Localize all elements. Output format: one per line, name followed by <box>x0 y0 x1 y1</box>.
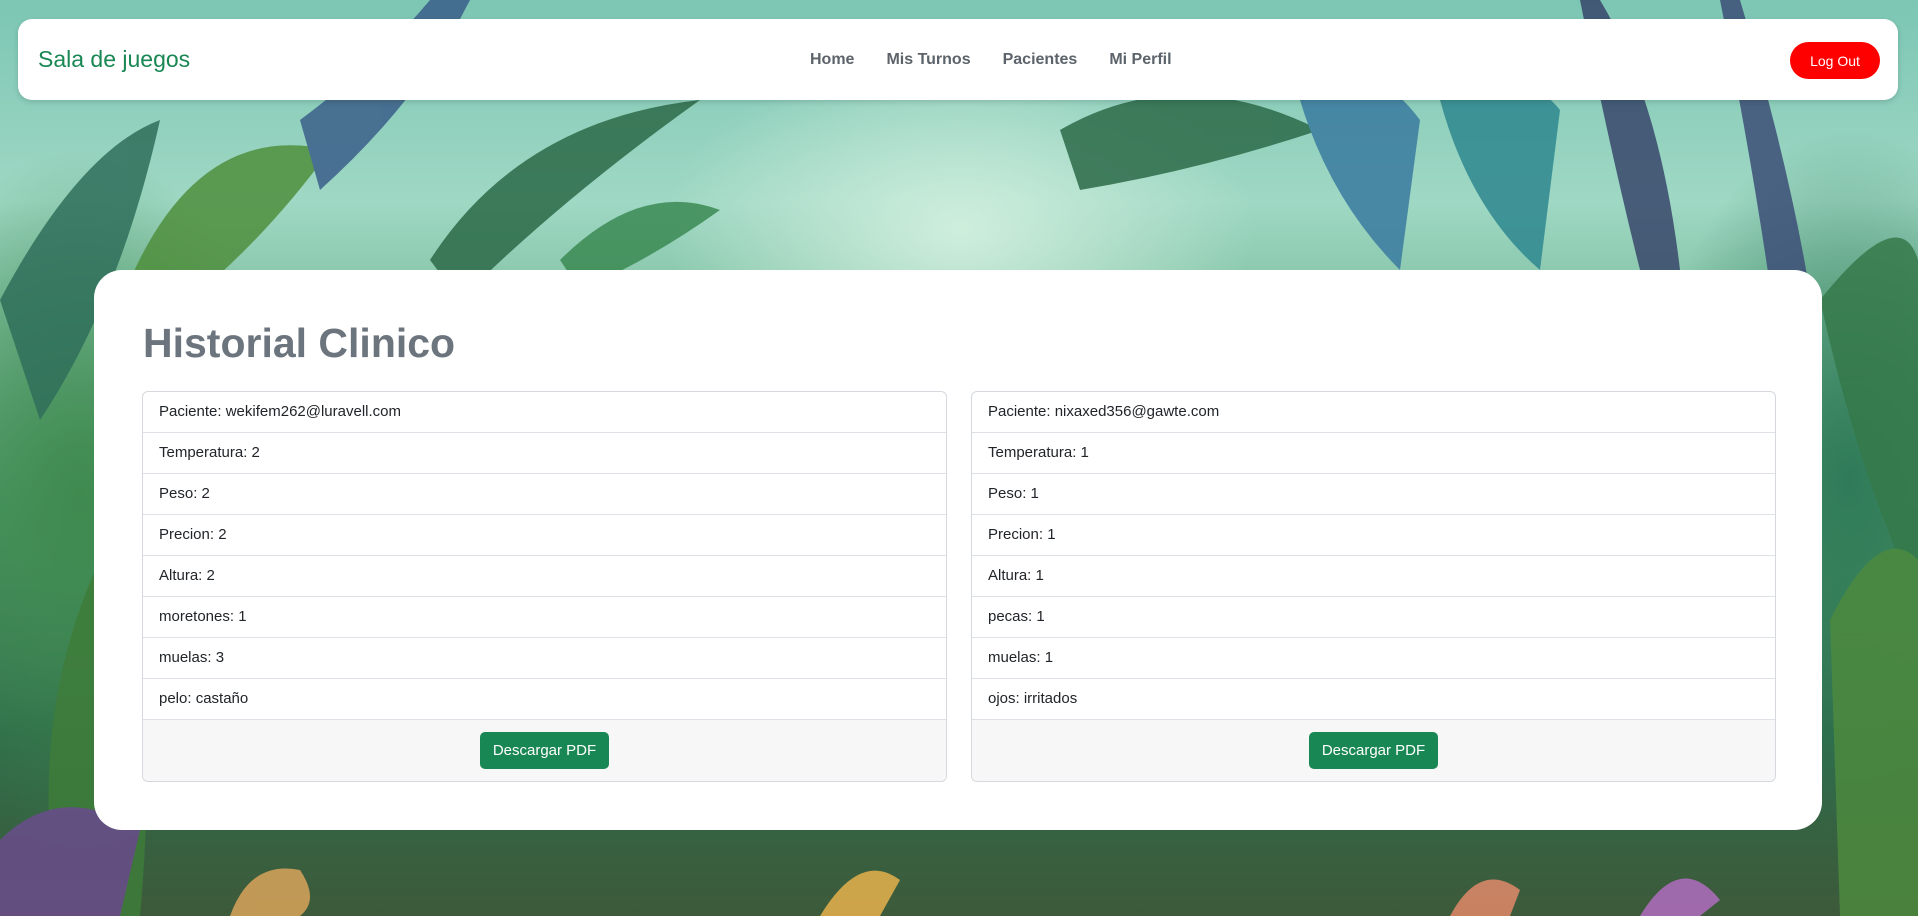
brand-logo[interactable]: Sala de juegos <box>38 46 190 73</box>
page-title: Historial Clinico <box>143 320 456 366</box>
record-row-temperature: Temperatura: 2 <box>143 433 946 474</box>
record-row-extra-1: moretones: 1 <box>143 597 946 638</box>
record-row-pressure: Precion: 1 <box>972 515 1775 556</box>
record-row-patient: Paciente: wekifem262@luravell.com <box>143 392 946 433</box>
top-navbar: Sala de juegos Home Mis Turnos Pacientes… <box>18 19 1898 100</box>
record-row-extra-2: muelas: 1 <box>972 638 1775 679</box>
record-row-height: Altura: 2 <box>143 556 946 597</box>
nav-links: Home Mis Turnos Pacientes Mi Perfil <box>810 51 1172 69</box>
record-row-weight: Peso: 2 <box>143 474 946 515</box>
record-row-weight: Peso: 1 <box>972 474 1775 515</box>
nav-link-home[interactable]: Home <box>810 51 854 69</box>
logout-button[interactable]: Log Out <box>1790 42 1880 79</box>
record-row-extra-1: pecas: 1 <box>972 597 1775 638</box>
nav-link-pacientes[interactable]: Pacientes <box>1003 51 1078 69</box>
download-pdf-button[interactable]: Descargar PDF <box>479 732 610 769</box>
record-footer: Descargar PDF <box>143 720 946 781</box>
nav-link-mis-turnos[interactable]: Mis Turnos <box>886 51 970 69</box>
record-row-temperature: Temperatura: 1 <box>972 433 1775 474</box>
record-row-pressure: Precion: 2 <box>143 515 946 556</box>
record-row-patient: Paciente: nixaxed356@gawte.com <box>972 392 1775 433</box>
nav-link-mi-perfil[interactable]: Mi Perfil <box>1109 51 1171 69</box>
record-row-extra-3: ojos: irritados <box>972 679 1775 720</box>
main-card: Historial Clinico Paciente: wekifem262@l… <box>94 270 1822 830</box>
clinical-record-card: Paciente: nixaxed356@gawte.com Temperatu… <box>971 391 1776 782</box>
record-row-height: Altura: 1 <box>972 556 1775 597</box>
record-list: Paciente: nixaxed356@gawte.com Temperatu… <box>972 392 1775 720</box>
record-row-extra-3: pelo: castaño <box>143 679 946 720</box>
record-row-extra-2: muelas: 3 <box>143 638 946 679</box>
clinical-record-card: Paciente: wekifem262@luravell.com Temper… <box>142 391 947 782</box>
record-footer: Descargar PDF <box>972 720 1775 781</box>
download-pdf-button[interactable]: Descargar PDF <box>1308 732 1439 769</box>
record-list: Paciente: wekifem262@luravell.com Temper… <box>143 392 946 720</box>
